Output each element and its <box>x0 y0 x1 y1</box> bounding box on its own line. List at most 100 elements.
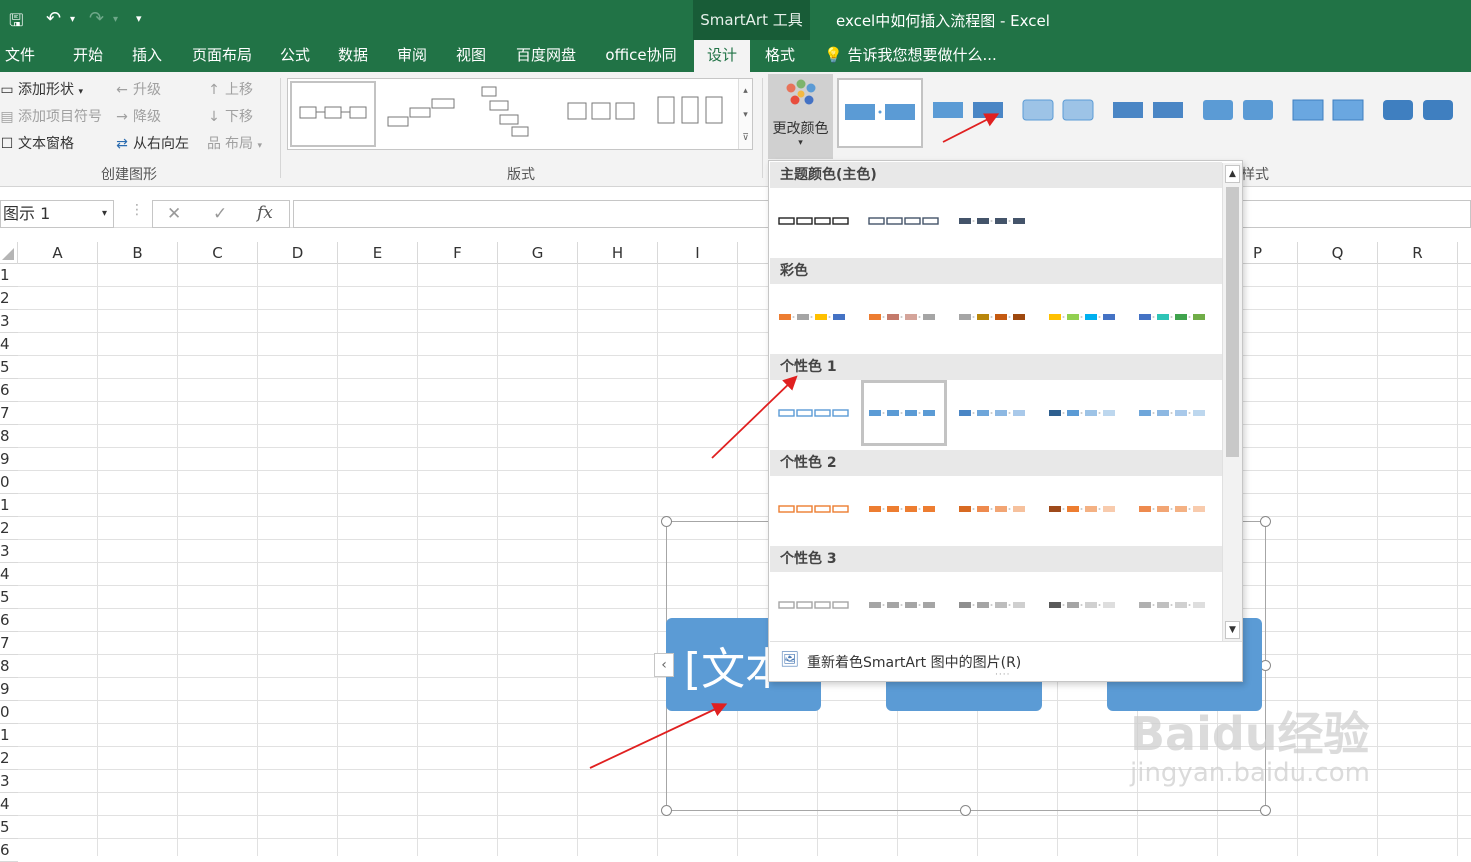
save-icon[interactable]: 🖫 <box>9 8 23 37</box>
scroll-down-button[interactable]: ▼ <box>1225 621 1240 639</box>
color-option[interactable] <box>861 188 947 254</box>
tell-me-box[interactable]: 💡 告诉我您想要做什么... <box>824 40 997 72</box>
row-header[interactable]: 2 <box>0 287 18 310</box>
gallery-scroll-down[interactable]: ▾ <box>738 103 752 127</box>
text-pane-toggle[interactable]: ‹ <box>654 653 674 677</box>
style-option-1[interactable] <box>837 78 923 148</box>
color-option[interactable] <box>951 572 1037 638</box>
column-header[interactable]: Q <box>1298 242 1378 264</box>
tab-data[interactable]: 数据 <box>330 40 376 72</box>
dropdown-scrollbar[interactable]: ▲ ▼ <box>1222 163 1242 641</box>
name-box-dropdown-icon[interactable]: ▾ <box>102 201 107 227</box>
color-option[interactable] <box>1131 476 1217 542</box>
add-shape-button[interactable]: ▭ 添加形状 ▾ <box>0 79 83 99</box>
color-option[interactable] <box>771 380 857 446</box>
color-option[interactable] <box>861 284 947 350</box>
row-header[interactable]: 2 <box>0 747 18 770</box>
change-colors-button[interactable]: 更改颜色 ▾ <box>768 74 833 159</box>
row-header[interactable]: 7 <box>0 402 18 425</box>
color-option[interactable] <box>1041 380 1127 446</box>
name-box[interactable]: 图示 1 ▾ <box>0 200 114 228</box>
resize-handle[interactable] <box>1260 516 1271 527</box>
undo-icon[interactable]: ↶ <box>46 8 61 29</box>
row-header[interactable]: 3 <box>0 770 18 793</box>
row-header[interactable]: 0 <box>0 471 18 494</box>
gallery-scroll-up[interactable]: ▴ <box>738 79 752 103</box>
column-header[interactable]: I <box>658 242 738 264</box>
style-option-5[interactable] <box>1197 78 1283 148</box>
style-option-3[interactable] <box>1017 78 1103 148</box>
color-option[interactable] <box>1131 380 1217 446</box>
tab-formulas[interactable]: 公式 <box>272 40 318 72</box>
style-option-2[interactable] <box>927 78 1013 148</box>
row-header[interactable]: 6 <box>0 839 18 862</box>
resize-handle[interactable] <box>1260 805 1271 816</box>
color-option[interactable] <box>951 284 1037 350</box>
row-header[interactable]: 0 <box>0 701 18 724</box>
row-header[interactable]: 8 <box>0 425 18 448</box>
cancel-icon[interactable]: ✕ <box>167 204 181 224</box>
layout-option-detailed-process[interactable] <box>560 81 646 147</box>
row-header[interactable]: 8 <box>0 655 18 678</box>
insert-function-icon[interactable]: fx <box>257 203 273 223</box>
column-header[interactable]: F <box>418 242 498 264</box>
row-header[interactable]: 5 <box>0 356 18 379</box>
row-header[interactable]: 4 <box>0 793 18 816</box>
row-header[interactable]: 1 <box>0 724 18 747</box>
enter-icon[interactable]: ✓ <box>213 204 227 224</box>
column-header[interactable]: H <box>578 242 658 264</box>
tab-view[interactable]: 视图 <box>448 40 494 72</box>
tab-home[interactable]: 开始 <box>62 40 114 72</box>
color-option[interactable] <box>771 572 857 638</box>
layout-option-accent-process[interactable] <box>650 81 736 147</box>
row-header[interactable]: 9 <box>0 678 18 701</box>
color-option[interactable] <box>1041 572 1127 638</box>
customize-qat-icon[interactable]: ▾ <box>136 12 142 25</box>
layout-option-hierarchy-process[interactable] <box>470 81 556 147</box>
resize-handle[interactable] <box>960 805 971 816</box>
column-header[interactable]: A <box>18 242 98 264</box>
column-header[interactable]: B <box>98 242 178 264</box>
row-header[interactable]: 5 <box>0 816 18 839</box>
resize-grip-icon[interactable]: ···· <box>995 670 1010 680</box>
row-header[interactable]: 5 <box>0 586 18 609</box>
row-header[interactable]: 3 <box>0 310 18 333</box>
color-option[interactable] <box>861 572 947 638</box>
tab-file[interactable]: 文件 <box>0 40 40 72</box>
column-header[interactable]: G <box>498 242 578 264</box>
layout-option-step-up[interactable] <box>380 81 466 147</box>
tab-baidu-disk[interactable]: 百度网盘 <box>507 40 585 72</box>
tab-review[interactable]: 审阅 <box>389 40 435 72</box>
row-header[interactable]: 4 <box>0 333 18 356</box>
row-header[interactable]: 9 <box>0 448 18 471</box>
recolor-pictures-option[interactable]: 🖼 重新着色SmartArt 图中的图片(R) ···· <box>770 641 1242 681</box>
column-header[interactable]: R <box>1378 242 1458 264</box>
style-option-6[interactable] <box>1287 78 1373 148</box>
tab-office-collab[interactable]: office协同 <box>596 40 686 72</box>
row-header[interactable]: 2 <box>0 517 18 540</box>
row-header[interactable]: 4 <box>0 563 18 586</box>
color-option[interactable] <box>951 380 1037 446</box>
row-header[interactable]: 6 <box>0 609 18 632</box>
tab-design[interactable]: 设计 <box>694 40 750 72</box>
text-pane-button[interactable]: ☐ 文本窗格 <box>0 133 74 153</box>
resize-handle[interactable] <box>661 516 672 527</box>
style-option-4[interactable] <box>1107 78 1193 148</box>
color-option[interactable] <box>861 380 947 446</box>
style-option-7[interactable] <box>1377 78 1463 148</box>
color-option[interactable] <box>771 284 857 350</box>
color-option[interactable] <box>1131 284 1217 350</box>
color-option[interactable] <box>1041 476 1127 542</box>
color-option[interactable] <box>1131 572 1217 638</box>
tab-page-layout[interactable]: 页面布局 <box>184 40 260 72</box>
resize-handle[interactable] <box>661 805 672 816</box>
column-header[interactable]: C <box>178 242 258 264</box>
row-header[interactable]: 1 <box>0 264 18 287</box>
color-option[interactable] <box>951 476 1037 542</box>
color-option[interactable] <box>861 476 947 542</box>
gallery-more[interactable]: ⊽ <box>738 127 752 149</box>
scroll-thumb[interactable] <box>1226 187 1239 457</box>
color-option[interactable] <box>771 188 857 254</box>
right-to-left-button[interactable]: ⇄ 从右向左 <box>115 133 189 153</box>
scroll-up-button[interactable]: ▲ <box>1225 165 1240 183</box>
